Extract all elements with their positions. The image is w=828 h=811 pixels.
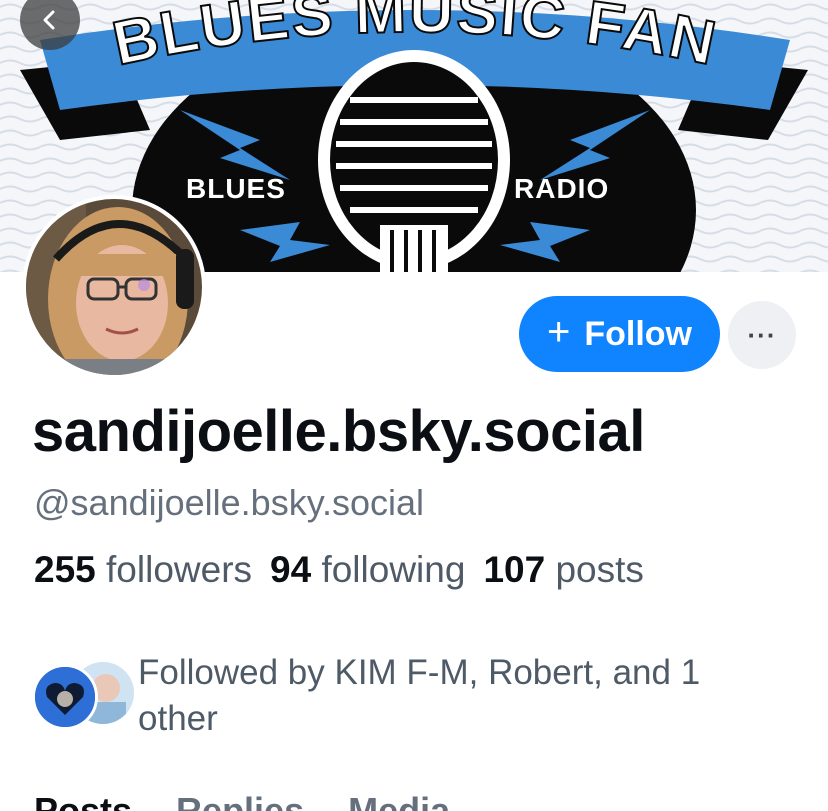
posts-count: 107 <box>483 549 546 590</box>
follower-avatar <box>32 664 98 730</box>
banner-blues-label: BLUES <box>186 173 286 204</box>
followers-count: 255 <box>34 549 96 590</box>
follow-label: Follow <box>584 314 692 353</box>
following-count: 94 <box>270 549 312 590</box>
plus-icon: + <box>546 310 571 354</box>
chevron-left-icon <box>43 10 55 30</box>
avatar-photo <box>26 199 202 375</box>
more-options-button[interactable]: ··· <box>728 301 796 369</box>
followed-by-row[interactable]: Followed by KIM F-M, Robert, and 1 other <box>32 650 812 740</box>
following-label: following <box>321 549 466 590</box>
tab-posts[interactable]: Posts <box>34 790 132 811</box>
profile-avatar[interactable] <box>22 195 206 379</box>
display-name: sandijoelle.bsky.social <box>32 399 645 464</box>
followed-by-text: Followed by KIM F-M, Robert, and 1 other <box>138 653 701 738</box>
ellipsis-icon: ··· <box>747 319 777 350</box>
banner-radio-label: RADIO <box>514 173 610 204</box>
followers-label: followers <box>106 549 253 590</box>
tab-replies[interactable]: Replies <box>176 790 304 811</box>
posts-stat: 107 posts <box>483 549 643 591</box>
tab-media[interactable]: Media <box>348 790 450 811</box>
following-stat[interactable]: 94 following <box>270 549 465 591</box>
profile-handle: @sandijoelle.bsky.social <box>34 482 425 523</box>
followers-stat[interactable]: 255 followers <box>34 549 252 591</box>
profile-screen: BLUES MUSIC FAN BLUES RADIO + Follow ···… <box>0 0 828 811</box>
profile-tabs: Posts Replies Media <box>34 790 450 811</box>
profile-stats: 255 followers 94 following 107 posts <box>34 549 644 591</box>
follow-button[interactable]: + Follow <box>519 296 720 372</box>
posts-label: posts <box>555 549 644 590</box>
